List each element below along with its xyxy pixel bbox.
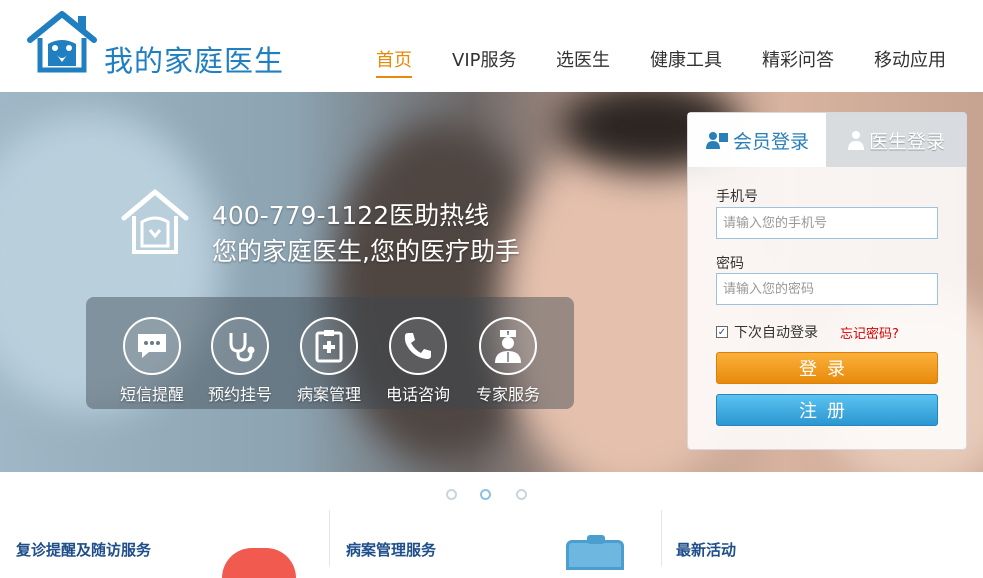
service-label: 电话咨询 bbox=[385, 385, 450, 404]
register-button[interactable]: 注册 bbox=[716, 394, 938, 426]
carousel-dot-3[interactable] bbox=[516, 489, 527, 500]
house-outline-icon bbox=[121, 189, 189, 254]
remember-checkbox[interactable]: ✓ bbox=[716, 326, 728, 338]
nav-health-tools[interactable]: 健康工具 bbox=[650, 46, 722, 72]
doctor-small-icon bbox=[847, 131, 864, 150]
stethoscope-icon bbox=[211, 317, 269, 375]
remember-label: 下次自动登录 bbox=[734, 325, 818, 341]
carousel-dot-2[interactable] bbox=[480, 489, 491, 500]
section-divider bbox=[329, 510, 330, 566]
service-label: 病案管理 bbox=[296, 385, 361, 404]
nav-vip-service[interactable]: VIP服务 bbox=[452, 46, 516, 72]
tab-doctor-label: 医生登录 bbox=[868, 130, 945, 153]
hotline-text: 400-779-1122医助热线 bbox=[212, 201, 490, 230]
service-medical-records[interactable]: 病案管理 bbox=[289, 317, 369, 405]
carousel-dot-1[interactable] bbox=[446, 489, 457, 500]
tab-member-login[interactable]: 会员登录 bbox=[688, 113, 826, 167]
phone-label: 手机号 bbox=[716, 189, 758, 205]
service-label: 专家服务 bbox=[475, 385, 540, 404]
tab-member-label: 会员登录 bbox=[732, 130, 809, 153]
phone-input[interactable] bbox=[716, 207, 938, 239]
service-label: 预约挂号 bbox=[207, 385, 272, 404]
section-title-records[interactable]: 病案管理服务 bbox=[346, 539, 436, 560]
hero-banner: 400-779-1122医助热线 您的家庭医生,您的医疗助手 短信提醒 预约挂号… bbox=[0, 92, 983, 472]
main-nav: 首页 VIP服务 选医生 健康工具 精彩问答 移动应用 bbox=[0, 46, 983, 78]
password-label: 密码 bbox=[716, 256, 744, 272]
service-expert[interactable]: 专家服务 bbox=[468, 317, 548, 405]
members-icon bbox=[705, 132, 728, 149]
nav-mobile-app[interactable]: 移动应用 bbox=[874, 46, 946, 72]
sms-bubble-icon bbox=[123, 317, 181, 375]
section-divider bbox=[661, 510, 662, 566]
password-input[interactable] bbox=[716, 273, 938, 305]
site-header: 我的家庭医生 首页 VIP服务 选医生 健康工具 精彩问答 移动应用 bbox=[0, 0, 983, 92]
service-appointment[interactable]: 预约挂号 bbox=[200, 317, 280, 405]
nav-qa[interactable]: 精彩问答 bbox=[762, 46, 834, 72]
slogan-text: 您的家庭医生,您的医疗助手 bbox=[212, 237, 520, 266]
tab-doctor-login[interactable]: 医生登录 bbox=[826, 113, 966, 167]
nav-choose-doctor[interactable]: 选医生 bbox=[556, 46, 610, 72]
section-title-followup[interactable]: 复诊提醒及随访服务 bbox=[16, 539, 151, 560]
nav-home[interactable]: 首页 bbox=[376, 46, 412, 78]
phone-icon bbox=[389, 317, 447, 375]
remember-me[interactable]: ✓ 下次自动登录 bbox=[716, 322, 818, 342]
service-phone-consult[interactable]: 电话咨询 bbox=[378, 317, 458, 405]
section-title-activities[interactable]: 最新活动 bbox=[676, 539, 736, 560]
service-sms-reminder[interactable]: 短信提醒 bbox=[112, 317, 192, 405]
service-label: 短信提醒 bbox=[119, 385, 184, 404]
service-panel: 短信提醒 预约挂号 病案管理 电话咨询 专家服务 bbox=[86, 297, 574, 409]
login-button[interactable]: 登录 bbox=[716, 352, 938, 384]
forgot-password-link[interactable]: 忘记密码? bbox=[840, 323, 899, 342]
login-tabs: 会员登录 医生登录 bbox=[688, 113, 966, 167]
heart-icon bbox=[222, 548, 296, 578]
login-panel: 会员登录 医生登录 手机号 密码 ✓ 下次自动登录 忘记密码? 登录 注册 bbox=[687, 112, 967, 450]
doctor-icon bbox=[479, 317, 537, 375]
medical-record-icon bbox=[300, 317, 358, 375]
